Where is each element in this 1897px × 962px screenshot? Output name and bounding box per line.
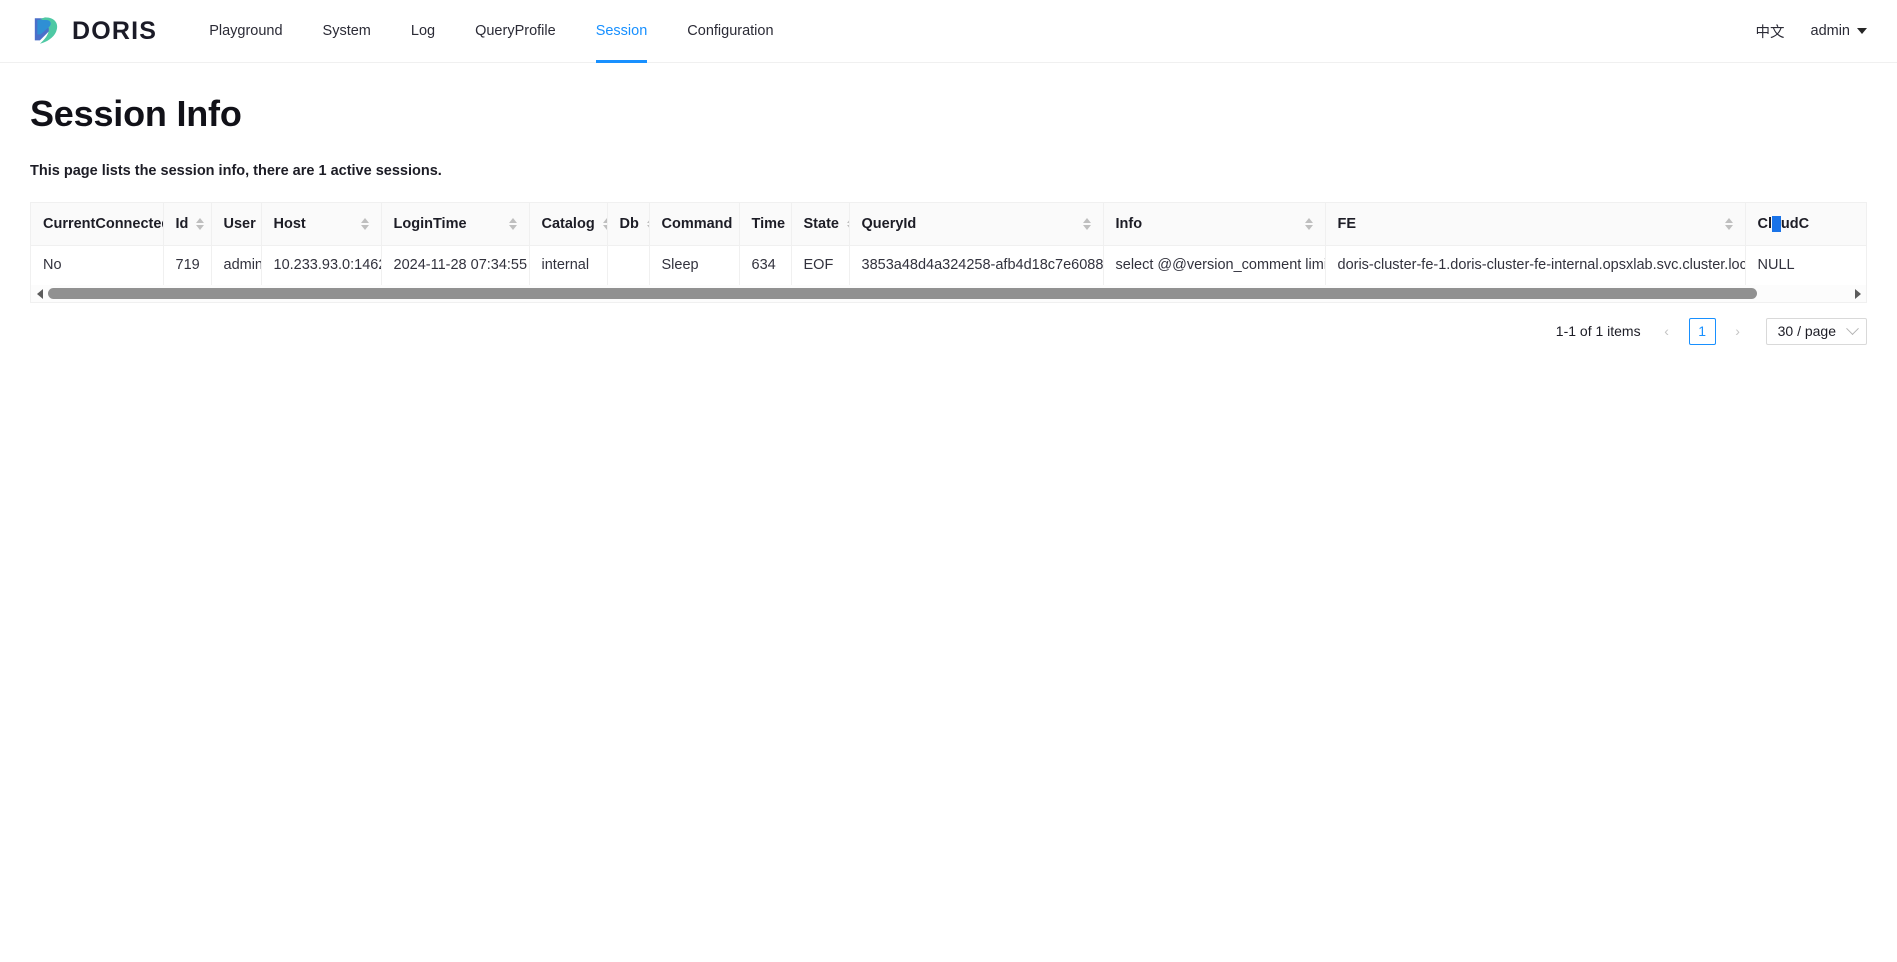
pagination-page-1[interactable]: 1 — [1688, 317, 1716, 345]
page-content: Session Info This page lists the session… — [0, 63, 1897, 345]
user-menu-button[interactable]: admin — [1810, 23, 1867, 39]
page-size-label: 30 / page — [1777, 323, 1836, 339]
nav-item-playground[interactable]: Playground — [189, 0, 302, 63]
chevron-down-icon — [1857, 28, 1867, 34]
main-nav: Playground System Log QueryProfile Sessi… — [189, 0, 793, 63]
sort-icon[interactable] — [196, 217, 205, 230]
user-menu-label: admin — [1810, 23, 1851, 39]
column-header-logintime[interactable]: LoginTime — [381, 203, 530, 246]
column-header-catalog[interactable]: Catalog — [529, 203, 608, 246]
nav-item-system[interactable]: System — [303, 0, 391, 63]
column-label: Host — [273, 215, 306, 232]
column-header-user[interactable]: User — [211, 203, 262, 246]
column-label: Id — [175, 215, 189, 232]
chevron-down-icon — [1846, 321, 1859, 335]
cell-info: select @@version_comment limit 1 — [1103, 245, 1326, 286]
horizontal-scrollbar[interactable] — [30, 285, 1867, 303]
scrollbar-thumb[interactable] — [48, 288, 1757, 299]
cell-state: EOF — [791, 245, 850, 286]
column-header-time[interactable]: Time — [739, 203, 792, 246]
column-header-command[interactable]: Command — [649, 203, 740, 246]
cell-user: admin — [211, 245, 262, 286]
cell-fe: doris-cluster-fe-1.doris-cluster-fe-inte… — [1325, 245, 1746, 286]
nav-item-session[interactable]: Session — [576, 0, 668, 63]
table-row[interactable]: No 719 admin 10.233.93.0:14623 2024-11-2… — [31, 245, 1866, 286]
cell-cloudcluster: NULL — [1745, 245, 1866, 286]
pagination-total-text: 1-1 of 1 items — [1555, 323, 1641, 339]
cell-currentconnected: No — [31, 245, 164, 286]
column-label: Time — [751, 215, 786, 232]
column-header-currentconnected[interactable]: CurrentConnected — [31, 203, 164, 246]
column-header-host[interactable]: Host — [261, 203, 382, 246]
scrollbar-track[interactable] — [48, 285, 1849, 302]
scroll-left-arrow-icon[interactable] — [31, 285, 48, 302]
column-header-state[interactable]: State — [791, 203, 850, 246]
pagination-prev-button[interactable]: ‹ — [1655, 319, 1679, 343]
page-description: This page lists the session info, there … — [30, 163, 442, 179]
column-label: FE — [1337, 215, 1357, 232]
column-label: Catalog — [541, 215, 595, 232]
column-header-db[interactable]: Db — [607, 203, 650, 246]
cell-logintime: 2024-11-28 07:34:55 — [381, 245, 530, 286]
brand-name: DORIS — [72, 16, 158, 45]
nav-item-configuration[interactable]: Configuration — [667, 0, 793, 63]
column-header-id[interactable]: Id — [163, 203, 212, 246]
column-label: Command — [661, 215, 733, 232]
cell-host: 10.233.93.0:14623 — [261, 245, 382, 286]
top-navigation-bar: DORIS Playground System Log QueryProfile… — [0, 0, 1897, 63]
column-label: LoginTime — [393, 215, 467, 232]
sort-icon[interactable] — [1082, 217, 1091, 230]
nav-item-log[interactable]: Log — [391, 0, 455, 63]
page-title: Session Info — [30, 93, 242, 134]
sort-icon[interactable] — [360, 217, 369, 230]
cell-db — [607, 245, 650, 286]
top-bar-right-actions: 中文 admin — [1756, 21, 1867, 42]
column-label: State — [803, 215, 839, 232]
sort-icon[interactable] — [508, 217, 517, 230]
language-switch-button[interactable]: 中文 — [1756, 21, 1785, 42]
sort-icon[interactable] — [1724, 217, 1733, 230]
session-table: CurrentConnected Id User Host LoginTime … — [31, 203, 1866, 286]
column-label: User — [223, 215, 256, 232]
column-header-fe[interactable]: FE — [1325, 203, 1746, 246]
cell-catalog: internal — [529, 245, 608, 286]
cell-queryid: 3853a48d4a324258-afb4d18c7e608897 — [849, 245, 1104, 286]
doris-logo-icon — [28, 14, 62, 48]
column-label: Info — [1115, 215, 1143, 232]
session-table-container: CurrentConnected Id User Host LoginTime … — [30, 202, 1867, 286]
pagination-next-button[interactable]: › — [1726, 319, 1750, 343]
brand-logo[interactable]: DORIS — [28, 14, 157, 48]
column-label: QueryId — [861, 215, 917, 232]
table-header-row: CurrentConnected Id User Host LoginTime … — [31, 203, 1866, 246]
column-header-queryid[interactable]: QueryId — [849, 203, 1104, 246]
column-label: CurrentConnected — [43, 215, 163, 232]
cell-command: Sleep — [649, 245, 740, 286]
column-label: CloudC — [1757, 215, 1810, 232]
sort-icon[interactable] — [1304, 217, 1313, 230]
column-header-cloudcluster[interactable]: CloudC — [1745, 203, 1866, 246]
nav-item-queryprofile[interactable]: QueryProfile — [455, 0, 576, 63]
cell-time: 634 — [739, 245, 792, 286]
column-label: Db — [619, 215, 639, 232]
page-size-select[interactable]: 30 / page — [1765, 317, 1867, 345]
cell-id: 719 — [163, 245, 212, 286]
scroll-right-arrow-icon[interactable] — [1849, 285, 1866, 302]
column-header-info[interactable]: Info — [1103, 203, 1326, 246]
pagination: 1-1 of 1 items ‹ 1 › 30 / page — [30, 317, 1867, 345]
